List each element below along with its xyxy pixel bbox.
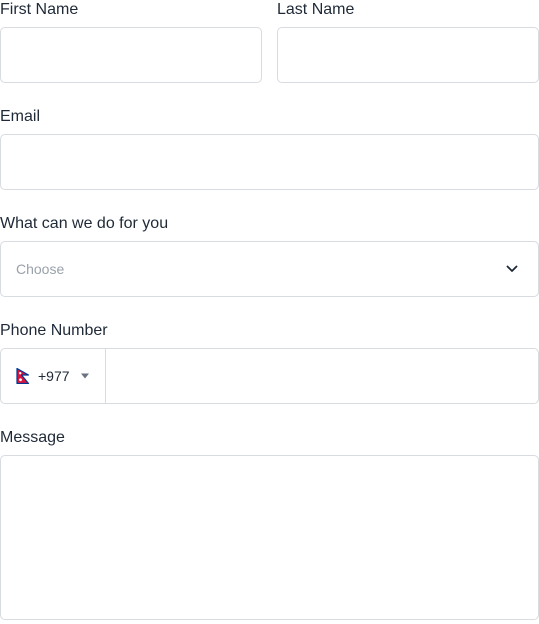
first-name-field[interactable] — [0, 27, 262, 83]
message-label: Message — [0, 429, 65, 446]
phone-field: +977 — [0, 348, 539, 404]
phone-label: Phone Number — [0, 322, 108, 339]
message-field[interactable] — [0, 455, 539, 620]
last-name-input[interactable] — [278, 28, 538, 82]
service-select[interactable]: Choose — [0, 241, 539, 297]
last-name-label: Last Name — [277, 1, 355, 18]
service-label: What can we do for you — [0, 215, 169, 232]
dial-code: +977 — [38, 368, 70, 384]
caret-down-icon — [81, 373, 89, 379]
message-textarea[interactable] — [1, 456, 538, 619]
service-select-value: Choose — [16, 261, 65, 277]
email-field[interactable] — [0, 134, 539, 190]
first-name-input[interactable] — [1, 28, 261, 82]
nepal-flag-icon — [16, 368, 30, 384]
last-name-field[interactable] — [277, 27, 539, 83]
chevron-down-icon — [506, 265, 518, 272]
email-input[interactable] — [1, 135, 538, 189]
email-label: Email — [0, 108, 41, 125]
country-code-picker[interactable]: +977 — [1, 349, 106, 403]
phone-input[interactable] — [106, 349, 538, 403]
first-name-label: First Name — [0, 1, 79, 18]
